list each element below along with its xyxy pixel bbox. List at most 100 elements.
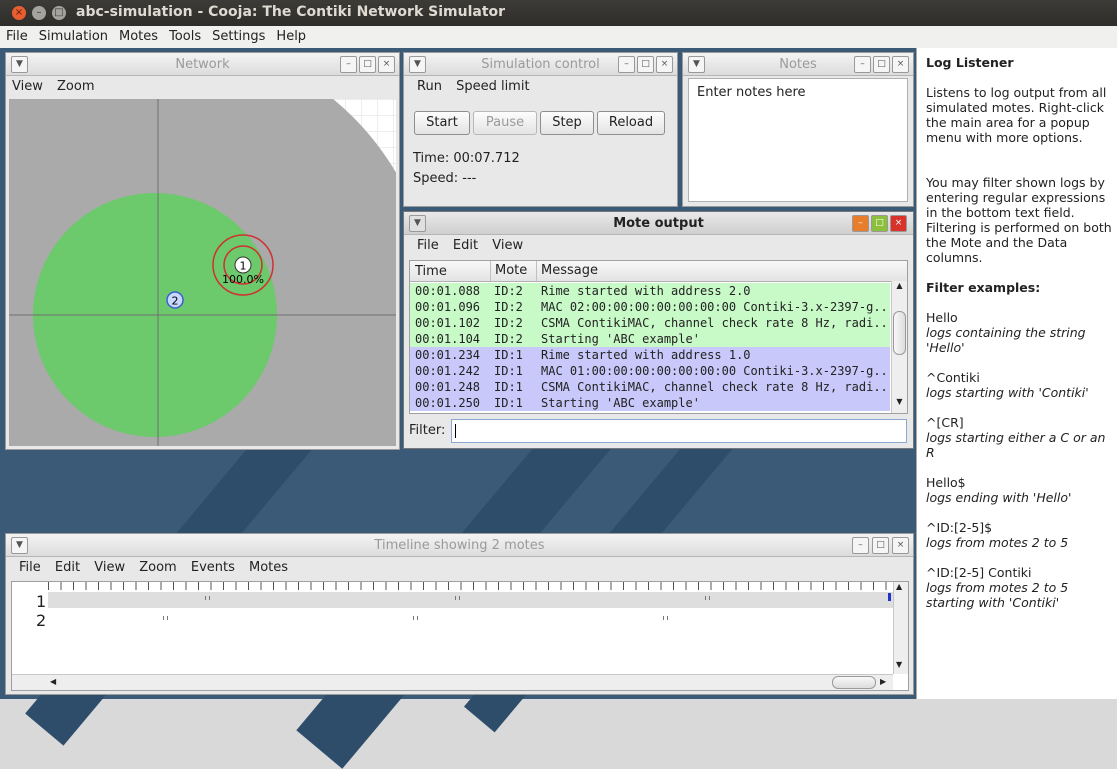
pause-button[interactable]: Pause: [473, 111, 537, 135]
cell-message: MAC 02:00:00:00:00:00:00:00 Contiki-3.x-…: [541, 300, 890, 314]
timeline-title: Timeline showing 2 motes: [374, 538, 545, 553]
minimize-icon[interactable]: –: [852, 537, 869, 554]
simcontrol-menu-run[interactable]: Run: [417, 79, 442, 94]
network-menu-view[interactable]: View: [12, 79, 43, 94]
text-cursor: [455, 424, 456, 438]
table-row[interactable]: 00:01.088 ID:2 Rime started with address 2…: [410, 283, 890, 299]
close-icon[interactable]: ×: [656, 56, 673, 73]
timeline-event: [205, 596, 210, 600]
maximize-icon[interactable]: □: [871, 215, 888, 232]
moteoutput-menu-view[interactable]: View: [492, 238, 523, 253]
network-canvas[interactable]: 1 100.0% 2: [9, 99, 396, 446]
table-row[interactable]: 00:01.250 ID:1 Starting 'ABC example': [410, 395, 890, 411]
window-title: abc-simulation - Cooja: The Contiki Netw…: [76, 4, 506, 20]
scroll-down-icon[interactable]: ▼: [896, 660, 902, 669]
simcontrol-menu-speed-limit[interactable]: Speed limit: [456, 79, 529, 94]
timeline-event: [705, 596, 710, 600]
mote-output-table[interactable]: Time Mote Message 00:01.088 ID:2 Rime star…: [409, 260, 908, 414]
notes-textarea[interactable]: Enter notes here: [688, 78, 908, 202]
example-pattern: ^ID:[2-5]$: [926, 520, 993, 535]
mote-2[interactable]: 2: [166, 291, 184, 309]
close-icon[interactable]: ×: [378, 56, 395, 73]
moteoutput-menu-file[interactable]: File: [417, 238, 439, 253]
menu-simulation[interactable]: Simulation: [33, 26, 113, 44]
log-examples-title: Filter examples:: [926, 280, 1041, 295]
moteoutput-menu-edit[interactable]: Edit: [453, 238, 478, 253]
scroll-down-icon[interactable]: ▼: [893, 397, 906, 406]
menu-settings[interactable]: Settings: [206, 26, 270, 44]
timeline-hscrollbar[interactable]: ◀ ▶: [12, 674, 893, 690]
menu-help[interactable]: Help: [270, 26, 311, 44]
maximize-icon[interactable]: □: [637, 56, 654, 73]
scrollbar-thumb[interactable]: [832, 676, 876, 689]
example-description: logs starting with 'Contiki': [926, 385, 1089, 400]
minimize-icon[interactable]: –: [854, 56, 871, 73]
scroll-left-icon[interactable]: ◀: [50, 677, 56, 686]
reload-button[interactable]: Reload: [597, 111, 665, 135]
cell-time: 00:01.104: [415, 332, 481, 346]
cell-mote: ID:1: [494, 396, 523, 410]
moteoutput-title: Mote output: [613, 216, 704, 231]
network-menu: View Zoom: [12, 79, 104, 94]
column-time[interactable]: Time: [415, 264, 447, 279]
scrollbar-thumb[interactable]: [893, 311, 906, 355]
table-body: 00:01.088 ID:2 Rime started with address 2…: [410, 283, 890, 413]
filter-label: Filter:: [409, 423, 446, 438]
timeline-menu-zoom[interactable]: Zoom: [139, 560, 176, 575]
timeline-menu-edit[interactable]: Edit: [55, 560, 80, 575]
timeline-vscrollbar[interactable]: ▲ ▼: [893, 582, 908, 674]
scroll-right-icon[interactable]: ▶: [880, 677, 886, 686]
cell-time: 00:01.248: [415, 380, 481, 394]
table-row[interactable]: 00:01.242 ID:1 MAC 01:00:00:00:00:00:00:00…: [410, 363, 890, 379]
example-pattern: ^ID:[2-5] Contiki: [926, 565, 1032, 580]
window-minimize-button[interactable]: –: [32, 6, 46, 20]
minimize-icon[interactable]: –: [340, 56, 357, 73]
step-button[interactable]: Step: [540, 111, 594, 135]
timeline-menu-view[interactable]: View: [94, 560, 125, 575]
column-mote[interactable]: Mote: [490, 261, 527, 281]
example-description: logs containing the string 'Hello': [926, 325, 1086, 355]
menu-motes[interactable]: Motes: [113, 26, 163, 44]
timeline-menu-motes[interactable]: Motes: [249, 560, 288, 575]
timeline-event: [413, 616, 418, 620]
maximize-icon[interactable]: □: [359, 56, 376, 73]
window-maximize-button[interactable]: □: [52, 6, 66, 20]
minimize-icon[interactable]: –: [618, 56, 635, 73]
table-row[interactable]: 00:01.104 ID:2 Starting 'ABC example': [410, 331, 890, 347]
timeline-current-marker: [888, 593, 891, 601]
simulation-time: Time: 00:07.712: [413, 151, 520, 166]
log-intro-filter: You may filter shown logs by entering re…: [926, 175, 1112, 265]
network-menu-zoom[interactable]: Zoom: [57, 79, 94, 94]
minimize-icon[interactable]: –: [852, 215, 869, 232]
log-listener-panel: Log Listener Listens to log output from …: [916, 48, 1117, 699]
log-title: Log Listener: [926, 55, 1014, 70]
network-titlebar: ▼ Network – □ ×: [6, 53, 399, 76]
scroll-up-icon[interactable]: ▲: [893, 281, 906, 290]
filter-input[interactable]: [451, 419, 907, 443]
table-row[interactable]: 00:01.248 ID:1 CSMA ContikiMAC, channel ch…: [410, 379, 890, 395]
column-message[interactable]: Message: [536, 261, 598, 281]
close-icon[interactable]: ×: [892, 537, 909, 554]
timeline-titlebar: ▼ Timeline showing 2 motes – □ ×: [6, 534, 913, 557]
timeline-canvas[interactable]: 1 2 ▲ ▼ ◀ ▶: [11, 581, 909, 691]
table-row[interactable]: 00:01.234 ID:1 Rime started with address 1…: [410, 347, 890, 363]
close-icon[interactable]: ×: [890, 215, 907, 232]
cell-mote: ID:1: [494, 348, 523, 362]
timeline-menu-file[interactable]: File: [19, 560, 41, 575]
menu-file[interactable]: File: [0, 26, 33, 44]
scroll-up-icon[interactable]: ▲: [896, 582, 902, 591]
window-close-button[interactable]: ×: [12, 6, 26, 20]
table-row[interactable]: 00:01.102 ID:2 CSMA ContikiMAC, channel ch…: [410, 315, 890, 331]
maximize-icon[interactable]: □: [872, 537, 889, 554]
menu-tools[interactable]: Tools: [163, 26, 206, 44]
start-button[interactable]: Start: [414, 111, 470, 135]
moteoutput-menu: File Edit View: [417, 238, 533, 253]
example-pattern: Hello: [926, 310, 958, 325]
cell-time: 00:01.088: [415, 284, 481, 298]
maximize-icon[interactable]: □: [873, 56, 890, 73]
vertical-scrollbar[interactable]: ▲ ▼: [891, 281, 907, 413]
close-icon[interactable]: ×: [892, 56, 909, 73]
table-row[interactable]: 00:01.096 ID:2 MAC 02:00:00:00:00:00:00:00…: [410, 299, 890, 315]
timeline-mote-1-label: 1: [36, 592, 47, 611]
timeline-menu-events[interactable]: Events: [191, 560, 235, 575]
